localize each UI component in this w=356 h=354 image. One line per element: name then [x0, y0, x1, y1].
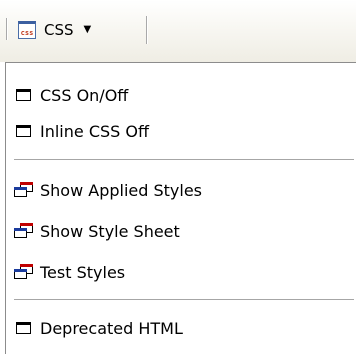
- css-menu-button[interactable]: css CSS ▼: [18, 16, 91, 44]
- menu-item-inline-css-off[interactable]: Inline CSS Off: [6, 115, 356, 147]
- cascade-windows-icon: [14, 182, 34, 198]
- menu-separator: [14, 159, 354, 160]
- menu-item-label: CSS On/Off: [40, 85, 129, 105]
- cascade-windows-icon: [14, 264, 34, 280]
- menu-item-test-styles[interactable]: Test Styles: [6, 256, 356, 288]
- window-icon: [14, 123, 34, 139]
- menu-item-label: Inline CSS Off: [40, 121, 150, 141]
- menu-item-css-on-off[interactable]: CSS On/Off: [6, 79, 356, 111]
- menu-item-show-applied-styles[interactable]: Show Applied Styles: [6, 174, 356, 206]
- menu-separator: [14, 299, 354, 300]
- menu-item-deprecated-html[interactable]: Deprecated HTML: [6, 312, 356, 344]
- css-dropdown-menu: CSS On/Off Inline CSS Off Show Applied S…: [5, 62, 356, 354]
- window-icon: [14, 87, 34, 103]
- toolbar-separator: [146, 16, 147, 44]
- css-menu-label: CSS: [44, 21, 74, 39]
- menu-item-label: Test Styles: [40, 262, 126, 282]
- toolbar: css CSS ▼: [0, 0, 356, 62]
- menu-item-label: Deprecated HTML: [40, 318, 183, 338]
- menu-item-show-style-sheet[interactable]: Show Style Sheet: [6, 215, 356, 247]
- cascade-windows-icon: [14, 223, 34, 239]
- menu-item-label: Show Applied Styles: [40, 180, 203, 200]
- toolbar-separator: [6, 18, 7, 40]
- window-icon: [14, 320, 34, 336]
- menu-item-label: Show Style Sheet: [40, 221, 180, 241]
- css-icon-text: css: [20, 29, 34, 37]
- dropdown-arrow-icon: ▼: [83, 24, 92, 35]
- css-icon: css: [18, 21, 36, 39]
